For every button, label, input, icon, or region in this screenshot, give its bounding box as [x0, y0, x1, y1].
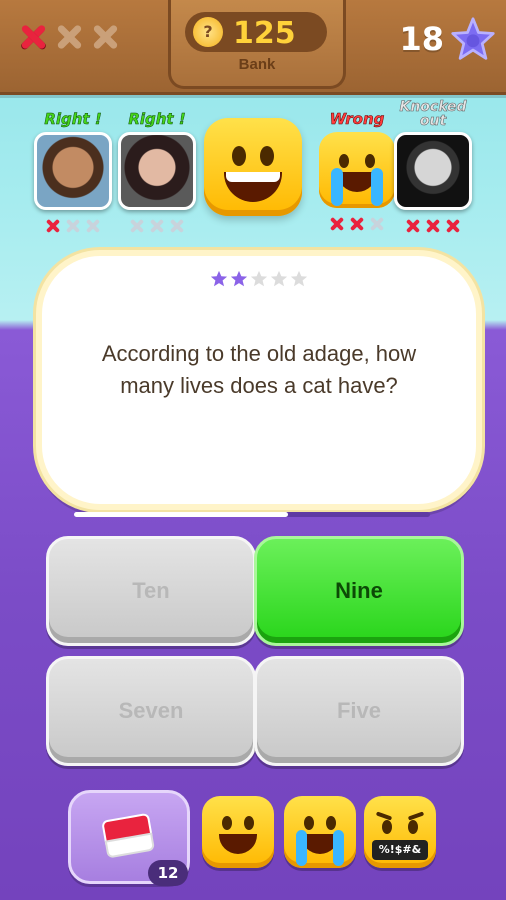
top-bar: ? 125 Bank 18	[0, 0, 506, 95]
lives-indicator	[18, 22, 120, 52]
answer-button-2[interactable]: Nine	[254, 536, 464, 646]
red-x-icon	[405, 218, 421, 234]
bank-label: Bank	[238, 56, 276, 73]
grinning-emoji-icon	[204, 118, 302, 216]
player-status: Right !	[128, 110, 186, 129]
x-icon	[169, 218, 185, 234]
swear-text: %!$#&	[372, 840, 428, 860]
level-number: 18	[399, 20, 444, 58]
level-indicator[interactable]: 18	[399, 14, 496, 64]
player-avatar	[34, 132, 112, 210]
answer-button-1[interactable]: Ten	[46, 536, 256, 646]
powerup-count: 12	[148, 860, 188, 886]
coin-count: 125	[233, 16, 296, 51]
star-icon	[451, 17, 495, 60]
player-strikes	[388, 218, 478, 236]
timer-fill	[74, 512, 288, 517]
difficulty-rating	[42, 270, 476, 288]
grinning-emoji-icon[interactable]	[202, 796, 274, 868]
player-strikes	[112, 218, 202, 236]
eraser-icon	[101, 812, 156, 859]
question-text: According to the old adage, how many liv…	[101, 341, 417, 398]
crying-emoji-icon	[319, 132, 395, 208]
coin-counter: ? 125	[185, 12, 327, 52]
answer-button-4[interactable]: Five	[254, 656, 464, 766]
empty-star-icon	[290, 270, 308, 287]
players-row: Right ! Right ! Wrong Knocked out	[0, 92, 506, 262]
bank-panel: ? 125 Bank	[168, 0, 346, 89]
x-icon	[65, 218, 81, 234]
timer-bar	[74, 512, 430, 517]
angry-swearing-emoji-icon[interactable]: %!$#&	[364, 796, 436, 868]
x-icon	[149, 218, 165, 234]
player-status: Knocked out	[399, 99, 467, 129]
x-icon	[85, 218, 101, 234]
x-icon	[90, 22, 120, 52]
filled-star-icon	[230, 270, 248, 287]
red-x-icon	[445, 218, 461, 234]
red-x-icon	[349, 216, 365, 232]
player-avatar	[394, 132, 472, 210]
filled-star-icon	[210, 270, 228, 287]
player-1: Right !	[28, 92, 118, 236]
answer-button-3[interactable]: Seven	[46, 656, 256, 766]
empty-star-icon	[270, 270, 288, 287]
x-icon	[369, 216, 385, 232]
x-icon	[54, 22, 84, 52]
player-2: Right !	[112, 92, 202, 236]
empty-star-icon	[250, 270, 268, 287]
player-5: Knocked out	[388, 92, 478, 236]
player-avatar	[118, 132, 196, 210]
red-x-icon	[425, 218, 441, 234]
player-strikes	[28, 218, 118, 236]
x-icon	[129, 218, 145, 234]
crying-emoji-icon[interactable]	[284, 796, 356, 868]
red-x-icon	[18, 22, 48, 52]
question-card: According to the old adage, how many liv…	[36, 250, 482, 510]
coin-icon: ?	[193, 17, 223, 47]
red-x-icon	[329, 216, 345, 232]
player-status: Right !	[44, 110, 102, 129]
red-x-icon	[45, 218, 61, 234]
game-screen: ? 125 Bank 18 Right ! Right ! Wrong Knoc…	[0, 0, 506, 900]
